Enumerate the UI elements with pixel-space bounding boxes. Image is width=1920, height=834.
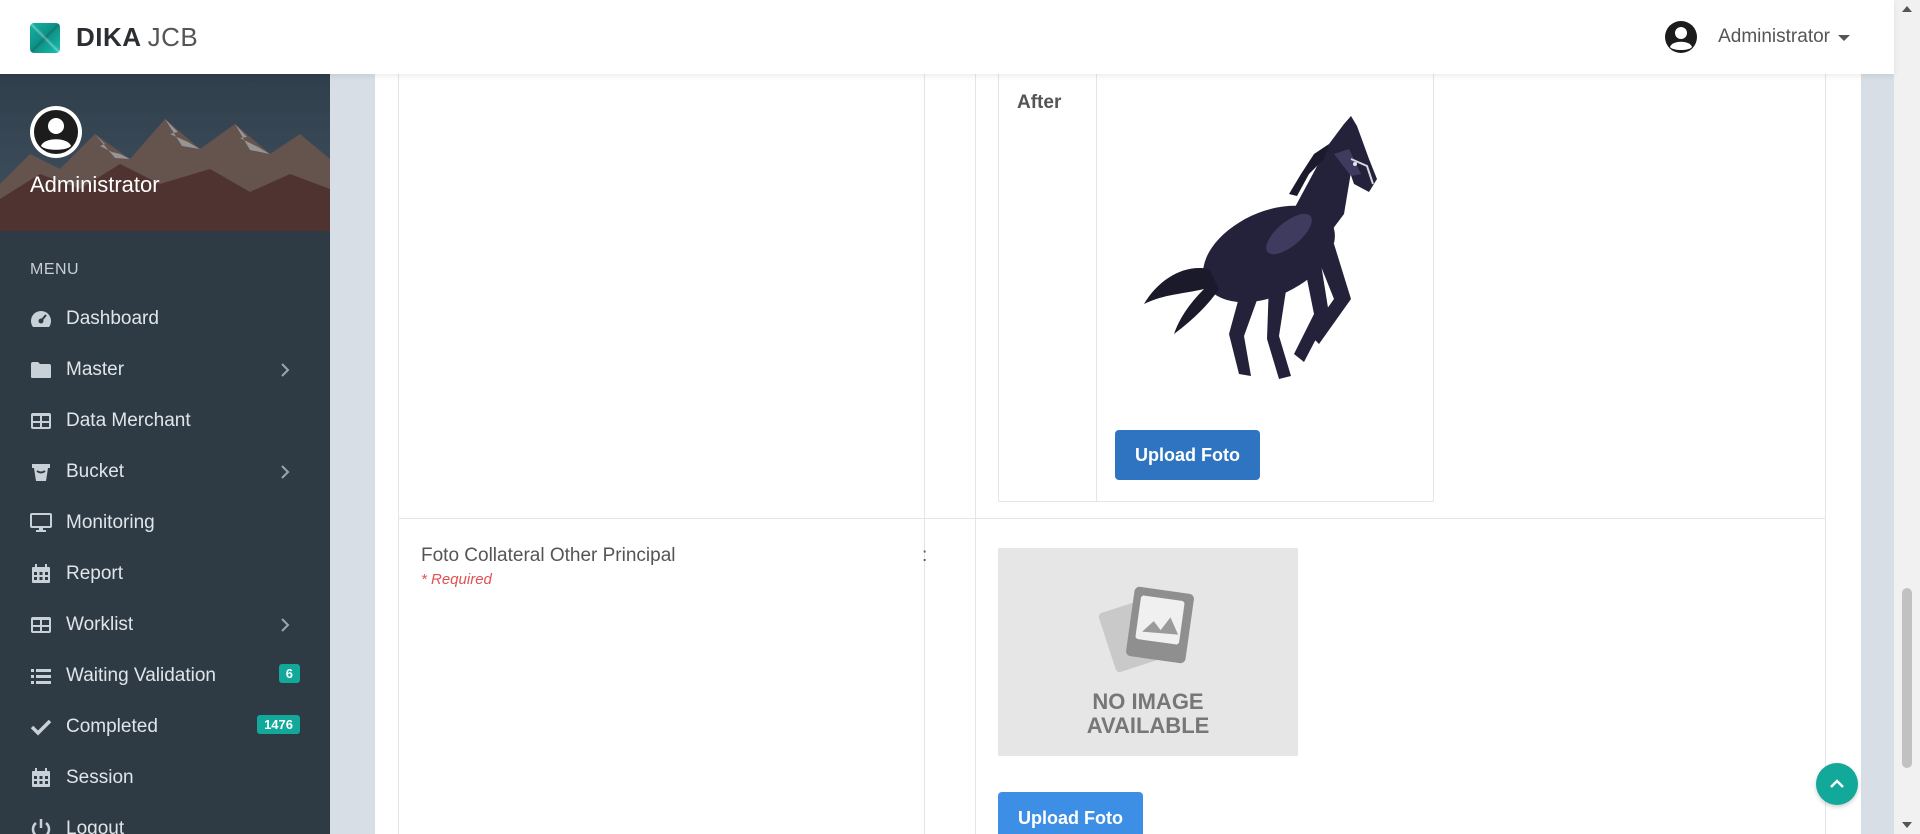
image-placeholder-icon	[1098, 586, 1194, 673]
power-icon	[30, 818, 52, 834]
sidebar-item-label: Completed	[66, 715, 158, 737]
sidebar-item-logout[interactable]: Logout	[0, 803, 330, 834]
no-image-text: NO IMAGE AVAILABLE	[1087, 690, 1210, 738]
field-label: Foto Collateral Other Principal	[421, 545, 676, 566]
sidebar-item-label: Waiting Validation	[66, 664, 216, 686]
calendar-icon	[30, 563, 52, 585]
column-divider	[975, 519, 976, 834]
monitor-icon	[30, 512, 52, 534]
table-icon	[30, 410, 52, 432]
sidebar-item-completed[interactable]: Completed 1476	[0, 701, 330, 752]
required-note: * Required	[421, 571, 492, 588]
profile-avatar-icon	[30, 106, 82, 158]
column-divider	[1096, 74, 1097, 501]
user-menu-dropdown[interactable]: Administrator	[1664, 20, 1850, 54]
scroll-to-top-button[interactable]	[1816, 763, 1858, 805]
sidebar-item-data-merchant[interactable]: Data Merchant	[0, 395, 330, 446]
list-icon	[30, 665, 52, 687]
sidebar-item-bucket[interactable]: Bucket	[0, 446, 330, 497]
sidebar-item-dashboard[interactable]: Dashboard	[0, 293, 330, 344]
brand[interactable]: DIKA JCB	[30, 22, 198, 53]
sidebar-item-label: Monitoring	[66, 511, 155, 533]
before-after-table: After Upload Foto	[998, 74, 1434, 502]
sidebar-item-session[interactable]: Session	[0, 752, 330, 803]
chevron-right-icon	[280, 617, 290, 639]
chevron-right-icon	[280, 464, 290, 486]
top-navbar: DIKA JCB Administrator	[0, 0, 1894, 74]
page-scrollbar[interactable]	[1894, 0, 1920, 834]
main-content: After Upload Foto Foto Collateral Other …	[375, 74, 1861, 834]
calendar-icon	[30, 767, 52, 789]
form-row-before-after: After Upload Foto	[398, 74, 1826, 519]
chevron-down-icon	[1838, 35, 1850, 41]
no-image-line1: NO IMAGE	[1092, 689, 1204, 714]
profile-name: Administrator	[30, 172, 160, 197]
table-icon	[30, 614, 52, 636]
sidebar-item-label: Data Merchant	[66, 409, 191, 431]
sidebar: Administrator MENU Dashboard Master Data…	[0, 74, 330, 834]
upload-after-photo-button[interactable]: Upload Foto	[1115, 430, 1260, 480]
header-user-name: Administrator	[1718, 26, 1830, 47]
sidebar-item-waiting-validation[interactable]: Waiting Validation 6	[0, 650, 330, 701]
horse-photo	[1144, 116, 1377, 379]
chevron-right-icon	[280, 362, 290, 384]
column-divider	[924, 74, 925, 518]
after-label: After	[1017, 92, 1062, 113]
upload-collateral-photo-button[interactable]: Upload Foto	[998, 792, 1143, 834]
bucket-icon	[30, 461, 52, 483]
brand-name: DIKA JCB	[76, 22, 198, 53]
count-badge: 6	[278, 664, 300, 683]
sidebar-item-worklist[interactable]: Worklist	[0, 599, 330, 650]
sidebar-item-label: Logout	[66, 817, 125, 834]
form-row-foto-collateral: Foto Collateral Other Principal * Requir…	[398, 519, 1826, 834]
dashboard-icon	[30, 308, 52, 330]
sidebar-item-label: Session	[66, 766, 134, 788]
scroll-up-arrow-icon[interactable]	[1902, 6, 1912, 12]
column-divider	[975, 74, 976, 518]
no-image-line2: AVAILABLE	[1086, 713, 1210, 738]
sidebar-item-report[interactable]: Report	[0, 548, 330, 599]
folder-icon	[30, 359, 52, 381]
sidebar-item-label: Bucket	[66, 460, 125, 482]
sidebar-item-label: Worklist	[66, 613, 134, 635]
sidebar-item-monitoring[interactable]: Monitoring	[0, 497, 330, 548]
sidebar-item-master[interactable]: Master	[0, 344, 330, 395]
sidebar-profile: Administrator	[0, 74, 330, 231]
field-colon: :	[922, 545, 928, 566]
chevron-up-icon	[1830, 779, 1844, 788]
brand-logo-icon	[30, 22, 60, 53]
scrollbar-thumb[interactable]	[1902, 588, 1912, 768]
sidebar-item-label: Dashboard	[66, 307, 159, 329]
brand-name-sub: JCB	[147, 22, 199, 52]
no-image-placeholder: NO IMAGE AVAILABLE	[998, 548, 1298, 756]
count-badge: 1476	[257, 715, 300, 734]
sidebar-item-label: Master	[66, 358, 125, 380]
menu-section-title: MENU	[30, 261, 80, 278]
brand-name-bold: DIKA	[76, 22, 142, 52]
sidebar-menu: Dashboard Master Data Merchant Bucket Mo…	[0, 293, 330, 834]
scroll-down-arrow-icon[interactable]	[1902, 822, 1912, 828]
sidebar-item-label: Report	[66, 562, 124, 584]
user-avatar-icon	[1665, 21, 1698, 53]
check-icon	[30, 716, 52, 738]
